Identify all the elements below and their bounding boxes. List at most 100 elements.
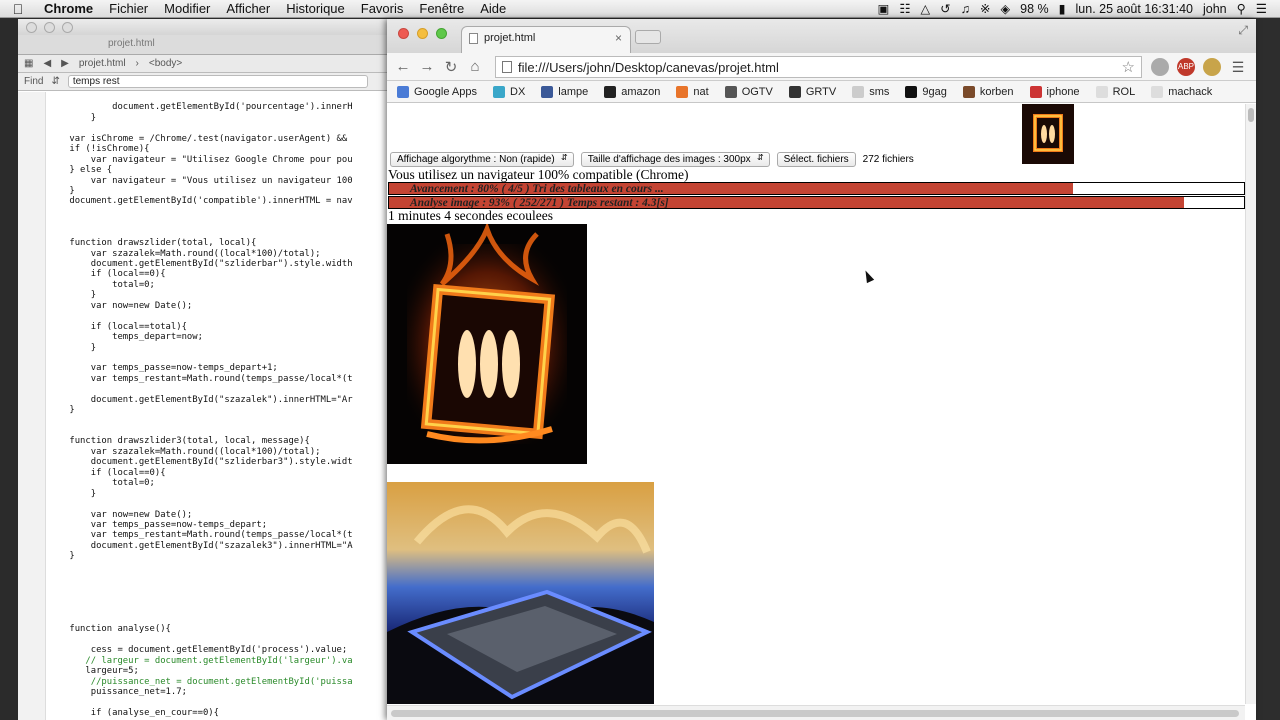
code-text: document.getElementById("szliderbar").st… (48, 259, 353, 269)
forward-arrow-icon[interactable]: ▶ (61, 58, 69, 69)
horizontal-scroll-thumb[interactable] (391, 710, 1239, 717)
browser-minimize-button[interactable] (417, 28, 428, 39)
algorithm-select[interactable]: Affichage algorythme : Non (rapide) ⇵ (390, 152, 574, 167)
code-line: 141 var navigateur = "Vous utilisez un n… (48, 176, 398, 186)
battery-icon[interactable]: ▮ (1054, 1, 1071, 16)
bookmark-item[interactable]: nat (676, 85, 709, 98)
time-machine-icon[interactable]: ↺ (935, 1, 955, 16)
code-text: } (48, 488, 97, 499)
tab-close-icon[interactable]: × (615, 31, 622, 45)
code-text: var navigateur = "Utilisez Google Chrome… (48, 154, 353, 165)
code-text: } else { (48, 165, 113, 176)
cookie-extension-icon[interactable] (1203, 58, 1221, 76)
adblock-icon[interactable]: ABP (1177, 58, 1195, 76)
bookmark-item[interactable]: iphone (1029, 85, 1080, 98)
code-editor-window: projet.html ▦ ◀ ▶ projet.html › <body> F… (18, 19, 398, 720)
document-icon (502, 61, 512, 73)
home-icon[interactable]: ⌂ (463, 58, 487, 75)
select-files-button[interactable]: Sélect. fichiers (776, 152, 856, 167)
apple-menu-icon[interactable]:  (0, 1, 36, 17)
path-tag[interactable]: <body> (149, 58, 182, 69)
path-file[interactable]: projet.html (79, 58, 126, 69)
menu-item-favoris[interactable]: Favoris (353, 1, 412, 16)
menu-item-aide[interactable]: Aide (472, 1, 514, 16)
menu-item-historique[interactable]: Historique (278, 1, 353, 16)
menu-item-fichier[interactable]: Fichier (101, 1, 156, 16)
menu-item-fenetre[interactable]: Fenêtre (411, 1, 472, 16)
volume-icon[interactable]: ♫ (956, 2, 975, 16)
back-arrow-icon[interactable]: ◀ (43, 58, 51, 69)
editor-zoom-button[interactable] (62, 22, 73, 33)
menu-app-name[interactable]: Chrome (36, 1, 101, 16)
bookmark-item[interactable]: GRTV (788, 85, 836, 98)
extension-gray-icon[interactable] (1151, 58, 1169, 76)
spotlight-icon[interactable]: ⚲ (1232, 1, 1251, 16)
code-line: 142 } (48, 186, 398, 196)
image-size-select[interactable]: Taille d'affichage des images : 300px ⇵ (580, 152, 770, 167)
code-line: 174 var temps_passe=now-temps_depart; (48, 520, 398, 530)
bookmark-item[interactable]: ROL (1095, 85, 1135, 98)
find-input[interactable]: temps rest (67, 75, 368, 88)
code-line: 152 } (48, 290, 398, 300)
new-tab-button[interactable] (635, 30, 661, 44)
address-bar[interactable]: file:///Users/john/Desktop/canevas/proje… (495, 56, 1142, 78)
back-icon[interactable]: ← (391, 58, 415, 75)
forward-icon[interactable]: → (415, 58, 439, 75)
code-area[interactable]: 133134 document.getElementById('pourcent… (48, 92, 398, 720)
url-text[interactable]: file:///Users/john/Desktop/canevas/proje… (518, 60, 779, 75)
vertical-scrollbar[interactable] (1245, 104, 1256, 704)
airplay-icon[interactable]: △ (916, 1, 936, 16)
code-text: document.getElementById("szliderbar3").s… (48, 457, 353, 468)
bookmark-item[interactable]: 9gag (905, 85, 947, 98)
find-label[interactable]: Find (24, 76, 43, 87)
burning-cpu-image (387, 482, 654, 704)
code-line: 163 } (48, 405, 398, 415)
code-line: 191 (48, 697, 398, 707)
bluetooth-icon[interactable]: ※ (975, 1, 995, 16)
user-name[interactable]: john (1198, 2, 1232, 16)
find-dropdown-icon[interactable]: ⇵ (51, 76, 59, 87)
notification-center-icon[interactable]: ☰ (1251, 1, 1272, 16)
progress-bar-avancement: Avancement : 80% ( 4/5 ) Tri des tableau… (388, 182, 1245, 195)
code-line: 182 (48, 603, 398, 613)
bookmark-label: nat (693, 85, 709, 98)
bookmark-item[interactable]: lampe (541, 85, 588, 98)
reload-icon[interactable]: ↻ (439, 58, 463, 76)
grid-icon[interactable]: ▦ (24, 58, 33, 69)
code-text: var navigateur = "Vous utilisez un navig… (48, 175, 353, 186)
horizontal-scrollbar[interactable] (387, 705, 1245, 720)
camera-icon[interactable]: ▣ (873, 1, 895, 16)
editor-file-tab[interactable]: projet.html (108, 38, 155, 49)
bookmark-item[interactable]: sms (852, 85, 890, 98)
menu-item-afficher[interactable]: Afficher (218, 1, 278, 16)
code-line: 192 if (analyse_en_cour==0){ (48, 708, 398, 718)
browser-tab[interactable]: projet.html × (461, 26, 631, 53)
bookmark-label: sms (869, 85, 890, 98)
bookmark-favicon-icon (604, 85, 617, 98)
stack-icon[interactable]: ☷ (894, 1, 915, 16)
code-line: 156 temps_depart=now; (48, 332, 398, 342)
browser-close-button[interactable] (398, 28, 409, 39)
code-line: 166 function drawszlider3(total, local, … (48, 436, 398, 446)
bookmark-star-icon[interactable]: ☆ (1122, 58, 1135, 76)
vertical-scroll-thumb[interactable] (1248, 108, 1254, 122)
image-size-select-value: Taille d'affichage des images : 300px (587, 154, 751, 165)
editor-close-button[interactable] (26, 22, 37, 33)
bookmark-item[interactable]: Google Apps (397, 85, 477, 98)
battery-percent[interactable]: 98 % (1015, 2, 1054, 16)
chrome-menu-icon[interactable]: ☰ (1229, 58, 1247, 76)
bookmark-item[interactable]: amazon (604, 85, 660, 98)
bookmark-item[interactable]: korben (962, 85, 1014, 98)
bookmark-item[interactable]: DX (493, 85, 525, 98)
fullscreen-icon[interactable]: ⤢ (1238, 23, 1248, 38)
code-line: 158 (48, 353, 398, 363)
editor-minimize-button[interactable] (44, 22, 55, 33)
clock[interactable]: lun. 25 août 16:31:40 (1071, 2, 1198, 16)
bookmark-item[interactable]: machack (1151, 85, 1212, 98)
menu-item-modifier[interactable]: Modifier (156, 1, 218, 16)
file-count: 272 fichiers (862, 154, 914, 165)
wifi-icon[interactable]: ◈ (996, 1, 1016, 16)
progress-text-avancement: Avancement : 80% ( 4/5 ) Tri des tableau… (410, 183, 664, 195)
bookmark-item[interactable]: OGTV (724, 85, 773, 98)
browser-zoom-button[interactable] (436, 28, 447, 39)
